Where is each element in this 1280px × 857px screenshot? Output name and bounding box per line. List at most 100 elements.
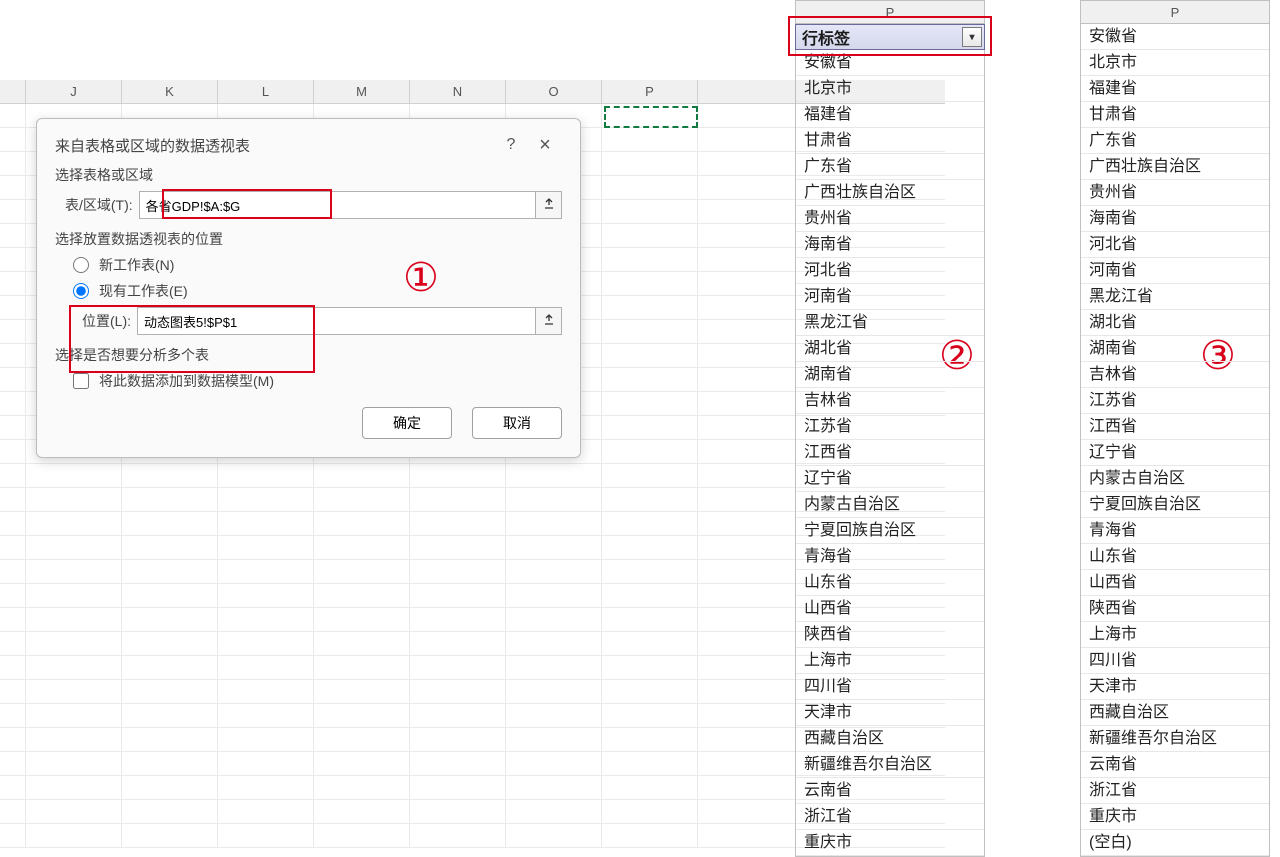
grid-cell[interactable] xyxy=(314,704,410,727)
list-item[interactable]: 广西壮族自治区 xyxy=(796,180,984,206)
grid-cell[interactable] xyxy=(26,512,122,535)
list-item[interactable]: 吉林省 xyxy=(1081,362,1269,388)
data-model-checkbox[interactable] xyxy=(73,373,89,389)
column-header[interactable]: J xyxy=(26,80,122,103)
list-item[interactable]: 青海省 xyxy=(1081,518,1269,544)
grid-cell[interactable] xyxy=(26,680,122,703)
grid-cell[interactable] xyxy=(602,416,698,439)
grid-cell[interactable] xyxy=(314,680,410,703)
grid-cell[interactable] xyxy=(218,560,314,583)
grid-cell[interactable] xyxy=(26,560,122,583)
list-item[interactable]: 四川省 xyxy=(796,674,984,700)
grid-cell[interactable] xyxy=(506,488,602,511)
grid-cell[interactable] xyxy=(0,392,26,415)
list-item[interactable]: 浙江省 xyxy=(1081,778,1269,804)
list-item[interactable]: 黑龙江省 xyxy=(796,310,984,336)
ok-button[interactable]: 确定 xyxy=(362,407,452,439)
grid-cell[interactable] xyxy=(218,728,314,751)
close-button[interactable]: × xyxy=(528,133,562,157)
list-item[interactable]: 广西壮族自治区 xyxy=(1081,154,1269,180)
grid-cell[interactable] xyxy=(602,344,698,367)
row-labels-dropdown[interactable]: 行标签 ▾ xyxy=(795,24,985,50)
grid-cell[interactable] xyxy=(506,656,602,679)
list-item[interactable]: 山东省 xyxy=(796,570,984,596)
grid-cell[interactable] xyxy=(602,728,698,751)
grid-cell[interactable] xyxy=(506,584,602,607)
grid-cell[interactable] xyxy=(122,608,218,631)
grid-cell[interactable] xyxy=(218,464,314,487)
grid-cell[interactable] xyxy=(26,728,122,751)
table-range-picker-button[interactable] xyxy=(536,191,562,219)
grid-cell[interactable] xyxy=(26,488,122,511)
grid-cell[interactable] xyxy=(602,752,698,775)
grid-cell[interactable] xyxy=(26,656,122,679)
list-item[interactable]: 天津市 xyxy=(1081,674,1269,700)
grid-cell[interactable] xyxy=(0,776,26,799)
grid-cell[interactable] xyxy=(314,560,410,583)
list-item[interactable]: 安徽省 xyxy=(796,50,984,76)
grid-cell[interactable] xyxy=(0,584,26,607)
list-item[interactable]: 新疆维吾尔自治区 xyxy=(1081,726,1269,752)
grid-cell[interactable] xyxy=(218,488,314,511)
grid-cell[interactable] xyxy=(218,824,314,847)
grid-cell[interactable] xyxy=(602,584,698,607)
grid-cell[interactable] xyxy=(314,464,410,487)
grid-cell[interactable] xyxy=(0,152,26,175)
list-item[interactable]: 湖北省 xyxy=(1081,310,1269,336)
grid-cell[interactable] xyxy=(0,800,26,823)
help-button[interactable]: ? xyxy=(494,133,528,157)
list-item[interactable]: 上海市 xyxy=(1081,622,1269,648)
grid-cell[interactable] xyxy=(506,728,602,751)
grid-cell[interactable] xyxy=(0,320,26,343)
grid-cell[interactable] xyxy=(602,512,698,535)
grid-cell[interactable] xyxy=(218,752,314,775)
grid-cell[interactable] xyxy=(602,152,698,175)
list-item[interactable]: 北京市 xyxy=(796,76,984,102)
grid-cell[interactable] xyxy=(0,536,26,559)
list-item[interactable]: 江西省 xyxy=(796,440,984,466)
list-item[interactable]: 重庆市 xyxy=(1081,804,1269,830)
grid-cell[interactable] xyxy=(0,464,26,487)
grid-cell[interactable] xyxy=(0,752,26,775)
grid-cell[interactable] xyxy=(218,680,314,703)
list-item[interactable]: 山东省 xyxy=(1081,544,1269,570)
grid-cell[interactable] xyxy=(314,800,410,823)
grid-cell[interactable] xyxy=(506,464,602,487)
grid-cell[interactable] xyxy=(410,800,506,823)
grid-cell[interactable] xyxy=(602,128,698,151)
list-item[interactable]: 湖南省 xyxy=(1081,336,1269,362)
grid-cell[interactable] xyxy=(410,488,506,511)
grid-cell[interactable] xyxy=(0,656,26,679)
grid-cell[interactable] xyxy=(506,704,602,727)
list-item[interactable]: 内蒙古自治区 xyxy=(796,492,984,518)
list-item[interactable]: 湖南省 xyxy=(796,362,984,388)
grid-cell[interactable] xyxy=(410,776,506,799)
grid-cell[interactable] xyxy=(218,608,314,631)
grid-cell[interactable] xyxy=(0,272,26,295)
grid-cell[interactable] xyxy=(122,656,218,679)
grid-cell[interactable] xyxy=(602,200,698,223)
grid-cell[interactable] xyxy=(0,560,26,583)
grid-cell[interactable] xyxy=(506,560,602,583)
list-item[interactable]: 浙江省 xyxy=(796,804,984,830)
grid-cell[interactable] xyxy=(0,440,26,463)
grid-cell[interactable] xyxy=(26,824,122,847)
column-header[interactable]: K xyxy=(122,80,218,103)
grid-cell[interactable] xyxy=(122,680,218,703)
grid-cell[interactable] xyxy=(122,584,218,607)
list-item[interactable]: 贵州省 xyxy=(796,206,984,232)
grid-cell[interactable] xyxy=(218,584,314,607)
list-item[interactable]: 甘肃省 xyxy=(796,128,984,154)
grid-cell[interactable] xyxy=(218,776,314,799)
grid-cell[interactable] xyxy=(410,728,506,751)
grid-cell[interactable] xyxy=(506,752,602,775)
grid-cell[interactable] xyxy=(410,824,506,847)
grid-cell[interactable] xyxy=(602,320,698,343)
grid-cell[interactable] xyxy=(122,536,218,559)
cancel-button[interactable]: 取消 xyxy=(472,407,562,439)
grid-cell[interactable] xyxy=(602,176,698,199)
grid-cell[interactable] xyxy=(410,632,506,655)
grid-cell[interactable] xyxy=(122,704,218,727)
grid-cell[interactable] xyxy=(506,800,602,823)
list-item[interactable]: 西藏自治区 xyxy=(1081,700,1269,726)
